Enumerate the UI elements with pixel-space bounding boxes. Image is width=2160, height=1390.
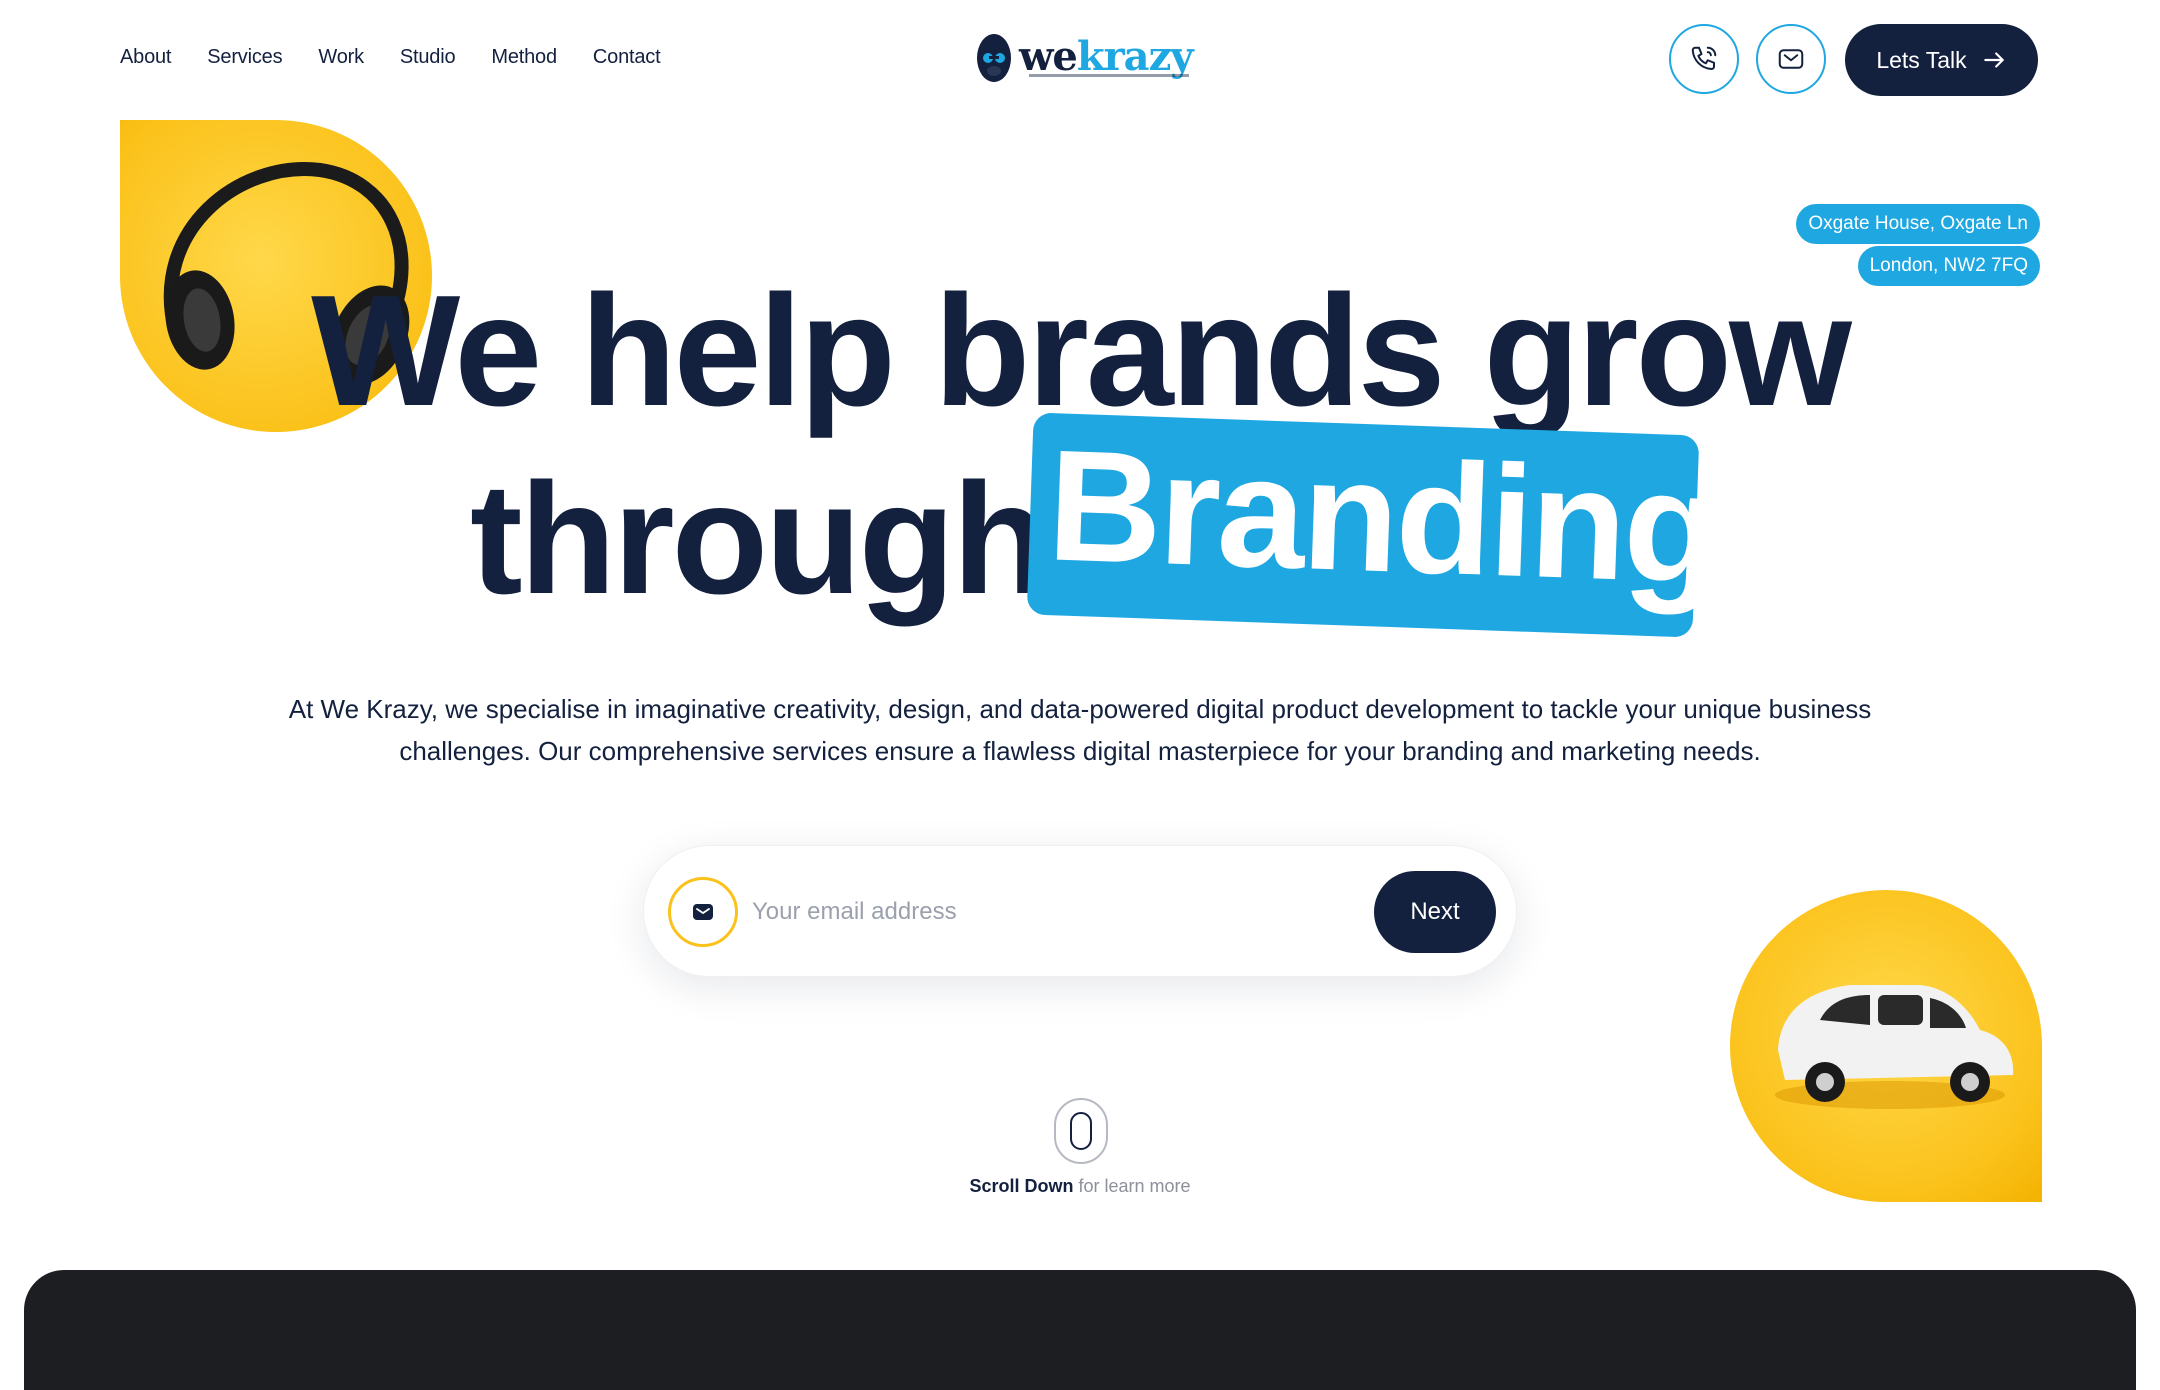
nav-contact[interactable]: Contact <box>593 46 661 69</box>
phone-icon <box>1691 46 1717 70</box>
logo-tagline <box>1029 74 1189 77</box>
dark-section <box>24 1270 2136 1390</box>
mouse-icon[interactable] <box>1054 1098 1108 1164</box>
headline-line-2: through Branding <box>470 412 1720 638</box>
email-field-icon <box>668 877 738 947</box>
mail-icon <box>1778 49 1804 69</box>
phone-button[interactable] <box>1669 24 1739 94</box>
scroll-hint-rest: for learn more <box>1073 1176 1191 1196</box>
scroll-hint: Scroll Down for learn more <box>0 1176 2160 1197</box>
headline-through: through <box>470 451 1049 627</box>
nav-about[interactable]: About <box>120 46 171 69</box>
nav-studio[interactable]: Studio <box>400 46 456 69</box>
nav-work[interactable]: Work <box>318 46 364 69</box>
email-form: Next <box>643 845 1517 977</box>
headline-line-1: We help brands grow <box>311 263 1852 439</box>
logo-wordmark: wekrazy <box>1019 33 1194 80</box>
envelope-icon <box>693 904 713 920</box>
lets-talk-label: Lets Talk <box>1876 46 1967 73</box>
nav-services[interactable]: Services <box>207 46 282 69</box>
gorilla-logo-icon <box>977 34 1011 82</box>
arrow-right-icon <box>1983 52 2004 68</box>
mail-button[interactable] <box>1756 24 1826 94</box>
address-line-1: Oxgate House, Oxgate Ln <box>1796 204 2040 244</box>
lets-talk-button[interactable]: Lets Talk <box>1845 24 2038 96</box>
email-input[interactable] <box>750 888 1310 936</box>
main-nav: About Services Work Studio Method Contac… <box>120 46 661 69</box>
logo[interactable]: wekrazy <box>975 28 1194 86</box>
hero-description: At We Krazy, we specialise in imaginativ… <box>288 694 1872 766</box>
hero-headline: We help brands grow through Branding <box>0 263 2160 638</box>
branding-word: Branding <box>1045 417 1721 617</box>
scroll-hint-strong: Scroll Down <box>969 1176 1074 1196</box>
toy-car-image <box>1730 890 2042 1202</box>
nav-method[interactable]: Method <box>491 46 557 69</box>
next-button[interactable]: Next <box>1374 871 1496 953</box>
